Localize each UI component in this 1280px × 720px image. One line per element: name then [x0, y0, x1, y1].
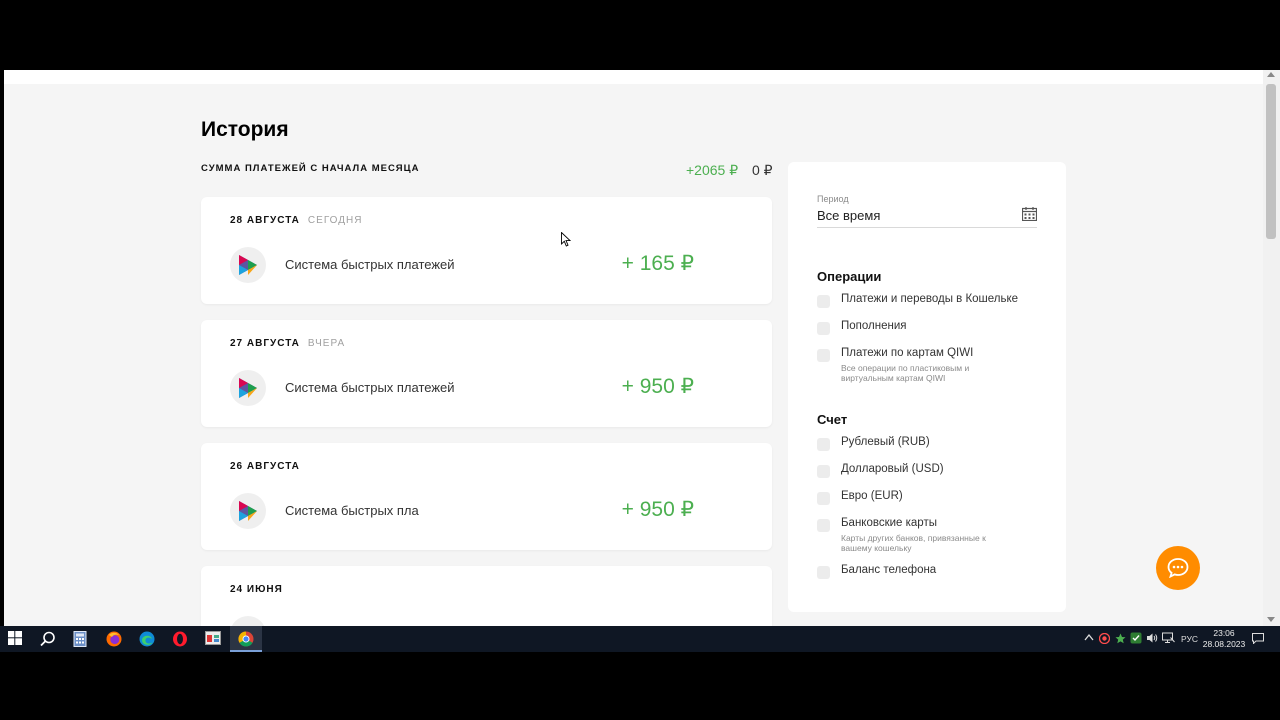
tray-record-icon[interactable] [1098, 632, 1111, 646]
scroll-thumb[interactable] [1266, 84, 1276, 239]
tray-chevron-up-icon[interactable] [1084, 633, 1094, 643]
account-label-phone[interactable]: Баланс телефона [841, 564, 936, 576]
history-card: 27 АВГУСТА ВЧЕРА Система быстрых платежей… [201, 320, 772, 427]
operation-amount: + 950 ₽ [621, 498, 694, 521]
tray-clock[interactable]: 23:06 28.08.2023 [1202, 628, 1246, 650]
operations-checkbox-qiwi-cards[interactable] [817, 349, 830, 362]
account-sub-bank-cards: Карты других банков, привязанные к вашем… [841, 533, 986, 553]
tray-language[interactable]: РУС [1181, 634, 1198, 644]
history-date: 24 ИЮНЯ [230, 584, 283, 595]
scroll-up-icon[interactable] [1267, 72, 1275, 77]
calculator-icon[interactable] [65, 626, 97, 652]
account-checkbox-bank-cards[interactable] [817, 519, 830, 532]
operation-name[interactable]: Система быстрых платежей [285, 380, 455, 395]
tray-star-icon[interactable] [1115, 633, 1126, 646]
month-sum-expense: 0 ₽ [752, 162, 773, 178]
tray-speaker-icon[interactable] [1146, 632, 1158, 646]
sbp-logo-icon [230, 370, 266, 406]
history-date: 27 АВГУСТА ВЧЕРА [230, 338, 346, 349]
operations-checkbox-wallet[interactable] [817, 295, 830, 308]
period-underline [817, 227, 1037, 228]
history-card: 28 АВГУСТА СЕГОДНЯ Система быстрых платеж… [201, 197, 772, 304]
history-card: 26 АВГУСТА Система быстрых пла + 950 ₽ [201, 443, 772, 550]
account-label-usd[interactable]: Долларовый (USD) [841, 463, 944, 475]
operations-sub-qiwi-cards: Все операции по пластиковым и виртуальны… [841, 363, 970, 383]
operation-amount: + 165 ₽ [621, 252, 694, 275]
chat-bubble-icon [1167, 558, 1189, 578]
calendar-icon[interactable] [1021, 207, 1038, 226]
page-viewport: История СУММА ПЛАТЕЖЕЙ С НАЧАЛА МЕСЯЦА +… [4, 70, 1263, 626]
edge-icon[interactable] [131, 626, 163, 652]
account-checkbox-usd[interactable] [817, 465, 830, 478]
mouse-cursor-icon [561, 231, 572, 252]
period-select[interactable]: Все время [817, 208, 880, 223]
operations-label-wallet[interactable]: Платежи и переводы в Кошельке [841, 293, 1018, 305]
period-label: Период [817, 194, 849, 204]
app-window-icon[interactable] [197, 626, 229, 652]
notifications-icon[interactable] [1252, 633, 1264, 646]
account-label-bank-cards[interactable]: Банковские карты [841, 517, 937, 529]
search-icon[interactable] [32, 626, 64, 652]
account-checkbox-rub[interactable] [817, 438, 830, 451]
history-date: 26 АВГУСТА [230, 461, 300, 472]
history-date: 28 АВГУСТА СЕГОДНЯ [230, 215, 363, 226]
month-sum-label: СУММА ПЛАТЕЖЕЙ С НАЧАЛА МЕСЯЦА [201, 163, 420, 174]
sbp-logo-icon [230, 247, 266, 283]
operation-name[interactable]: Система быстрых платежей [285, 257, 455, 272]
firefox-icon[interactable] [98, 626, 130, 652]
sbp-logo-icon [230, 493, 266, 529]
operations-checkbox-topups[interactable] [817, 322, 830, 335]
opera-icon[interactable] [164, 626, 196, 652]
chat-button[interactable] [1156, 546, 1200, 590]
history-card: 24 ИЮНЯ [201, 566, 772, 626]
tray-network-icon[interactable] [1162, 632, 1175, 646]
filter-panel: Период Все время Операции Платежи и пере… [788, 162, 1066, 612]
windows-taskbar: РУС 23:06 28.08.2023 [0, 626, 1280, 652]
operation-name[interactable]: Система быстрых пла [285, 503, 419, 518]
sbp-logo-icon [230, 616, 266, 626]
chrome-icon[interactable] [230, 626, 262, 652]
operation-amount: + 950 ₽ [621, 375, 694, 398]
page-title: История [201, 118, 289, 141]
account-title: Счет [817, 412, 848, 427]
account-checkbox-eur[interactable] [817, 492, 830, 505]
account-label-rub[interactable]: Рублевый (RUB) [841, 436, 930, 448]
scroll-down-icon[interactable] [1267, 617, 1275, 622]
account-label-eur[interactable]: Евро (EUR) [841, 490, 903, 502]
operations-label-qiwi-cards[interactable]: Платежи по картам QIWI [841, 347, 973, 359]
operations-label-topups[interactable]: Пополнения [841, 320, 907, 332]
tray-security-icon[interactable] [1130, 632, 1142, 646]
top-strip [4, 70, 1263, 84]
account-checkbox-phone[interactable] [817, 566, 830, 579]
month-sum-income: +2065 ₽ [686, 162, 739, 178]
windows-start-icon[interactable] [0, 626, 32, 652]
page-scrollbar[interactable] [1263, 70, 1280, 626]
operations-title: Операции [817, 269, 882, 284]
